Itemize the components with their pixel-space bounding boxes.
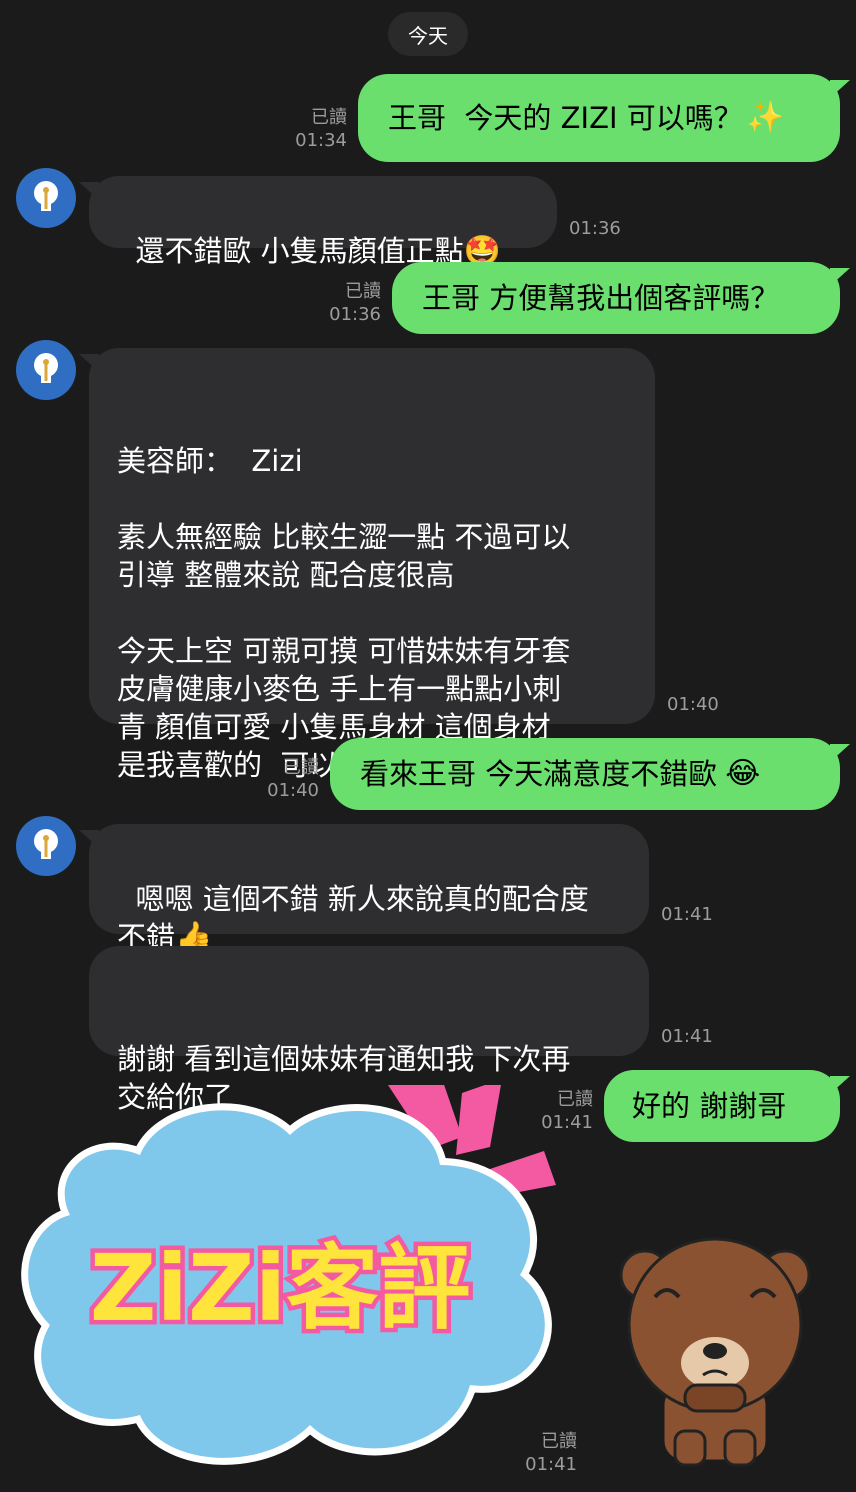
message-time: 01:40 — [267, 780, 319, 801]
read-receipt: 已讀 — [311, 107, 347, 128]
incoming-message[interactable]: 美容師： Zizi 素人無經驗 比較生澀一點 不過可以 引導 整體來說 配合度很… — [79, 348, 655, 782]
read-receipt: 已讀 — [541, 1431, 577, 1452]
read-receipt: 已讀 — [345, 281, 381, 302]
tears-of-joy-emoji: 😂 — [725, 756, 761, 791]
message-text: 看來王哥 今天滿意度不錯歐 — [360, 757, 718, 791]
message-meta: 已讀 01:34 — [295, 106, 347, 152]
message-time: 01:36 — [329, 304, 381, 325]
date-separator: 今天 — [388, 12, 468, 56]
message-meta: 已讀 01:40 — [267, 756, 319, 802]
message-meta: 已讀 01:41 — [525, 1430, 577, 1476]
bulb-avatar-icon — [34, 181, 58, 211]
message-text: 好的 謝謝哥 — [632, 1089, 787, 1123]
contact-avatar[interactable] — [16, 168, 76, 228]
message-text: 美容師： Zizi 素人無經驗 比較生澀一點 不過可以 引導 整體來說 配合度很… — [117, 444, 571, 782]
message-time: 01:41 — [661, 1026, 713, 1047]
outgoing-message[interactable]: 看來王哥 今天滿意度不錯歐 😂 — [330, 738, 850, 810]
contact-avatar[interactable] — [16, 340, 76, 400]
outgoing-message[interactable]: 好的 謝謝哥 — [604, 1070, 850, 1142]
message-text: 王哥 今天的 ZIZI 可以嗎？ — [388, 101, 743, 135]
outgoing-message[interactable]: 王哥 方便幫我出個客評嗎？ — [392, 262, 850, 334]
bulb-avatar-icon — [34, 353, 58, 383]
incoming-message[interactable]: 謝謝 看到這個妹妹有通知我 下次再 交給你了 — [89, 946, 649, 1114]
bear-icon — [619, 1237, 811, 1467]
zizi-review-sticker[interactable]: ZiZi客評 — [10, 1085, 570, 1485]
sparkles-icon: ✨ — [746, 100, 785, 135]
message-text: 王哥 方便幫我出個客評嗎？ — [422, 281, 780, 315]
message-time: 01:41 — [661, 904, 713, 925]
read-receipt: 已讀 — [283, 757, 319, 778]
message-meta: 已讀 01:36 — [329, 280, 381, 326]
message-time: 01:36 — [569, 218, 621, 239]
outgoing-message[interactable]: 王哥 今天的 ZIZI 可以嗎？ ✨ — [358, 74, 850, 162]
sticker-text: ZiZi客評 — [90, 1235, 471, 1342]
message-time: 01:41 — [525, 1454, 577, 1475]
incoming-message[interactable]: 嗯嗯 這個不錯 新人來說真的配合度 不錯👍 — [79, 824, 649, 955]
message-time: 01:40 — [667, 694, 719, 715]
bulb-avatar-icon — [34, 829, 58, 859]
message-time: 01:34 — [295, 130, 347, 151]
incoming-message[interactable]: 還不錯歐 小隻馬顏值正點🤩 — [79, 176, 557, 269]
contact-avatar[interactable] — [16, 816, 76, 876]
brown-bear-sticker[interactable] — [615, 1235, 815, 1470]
